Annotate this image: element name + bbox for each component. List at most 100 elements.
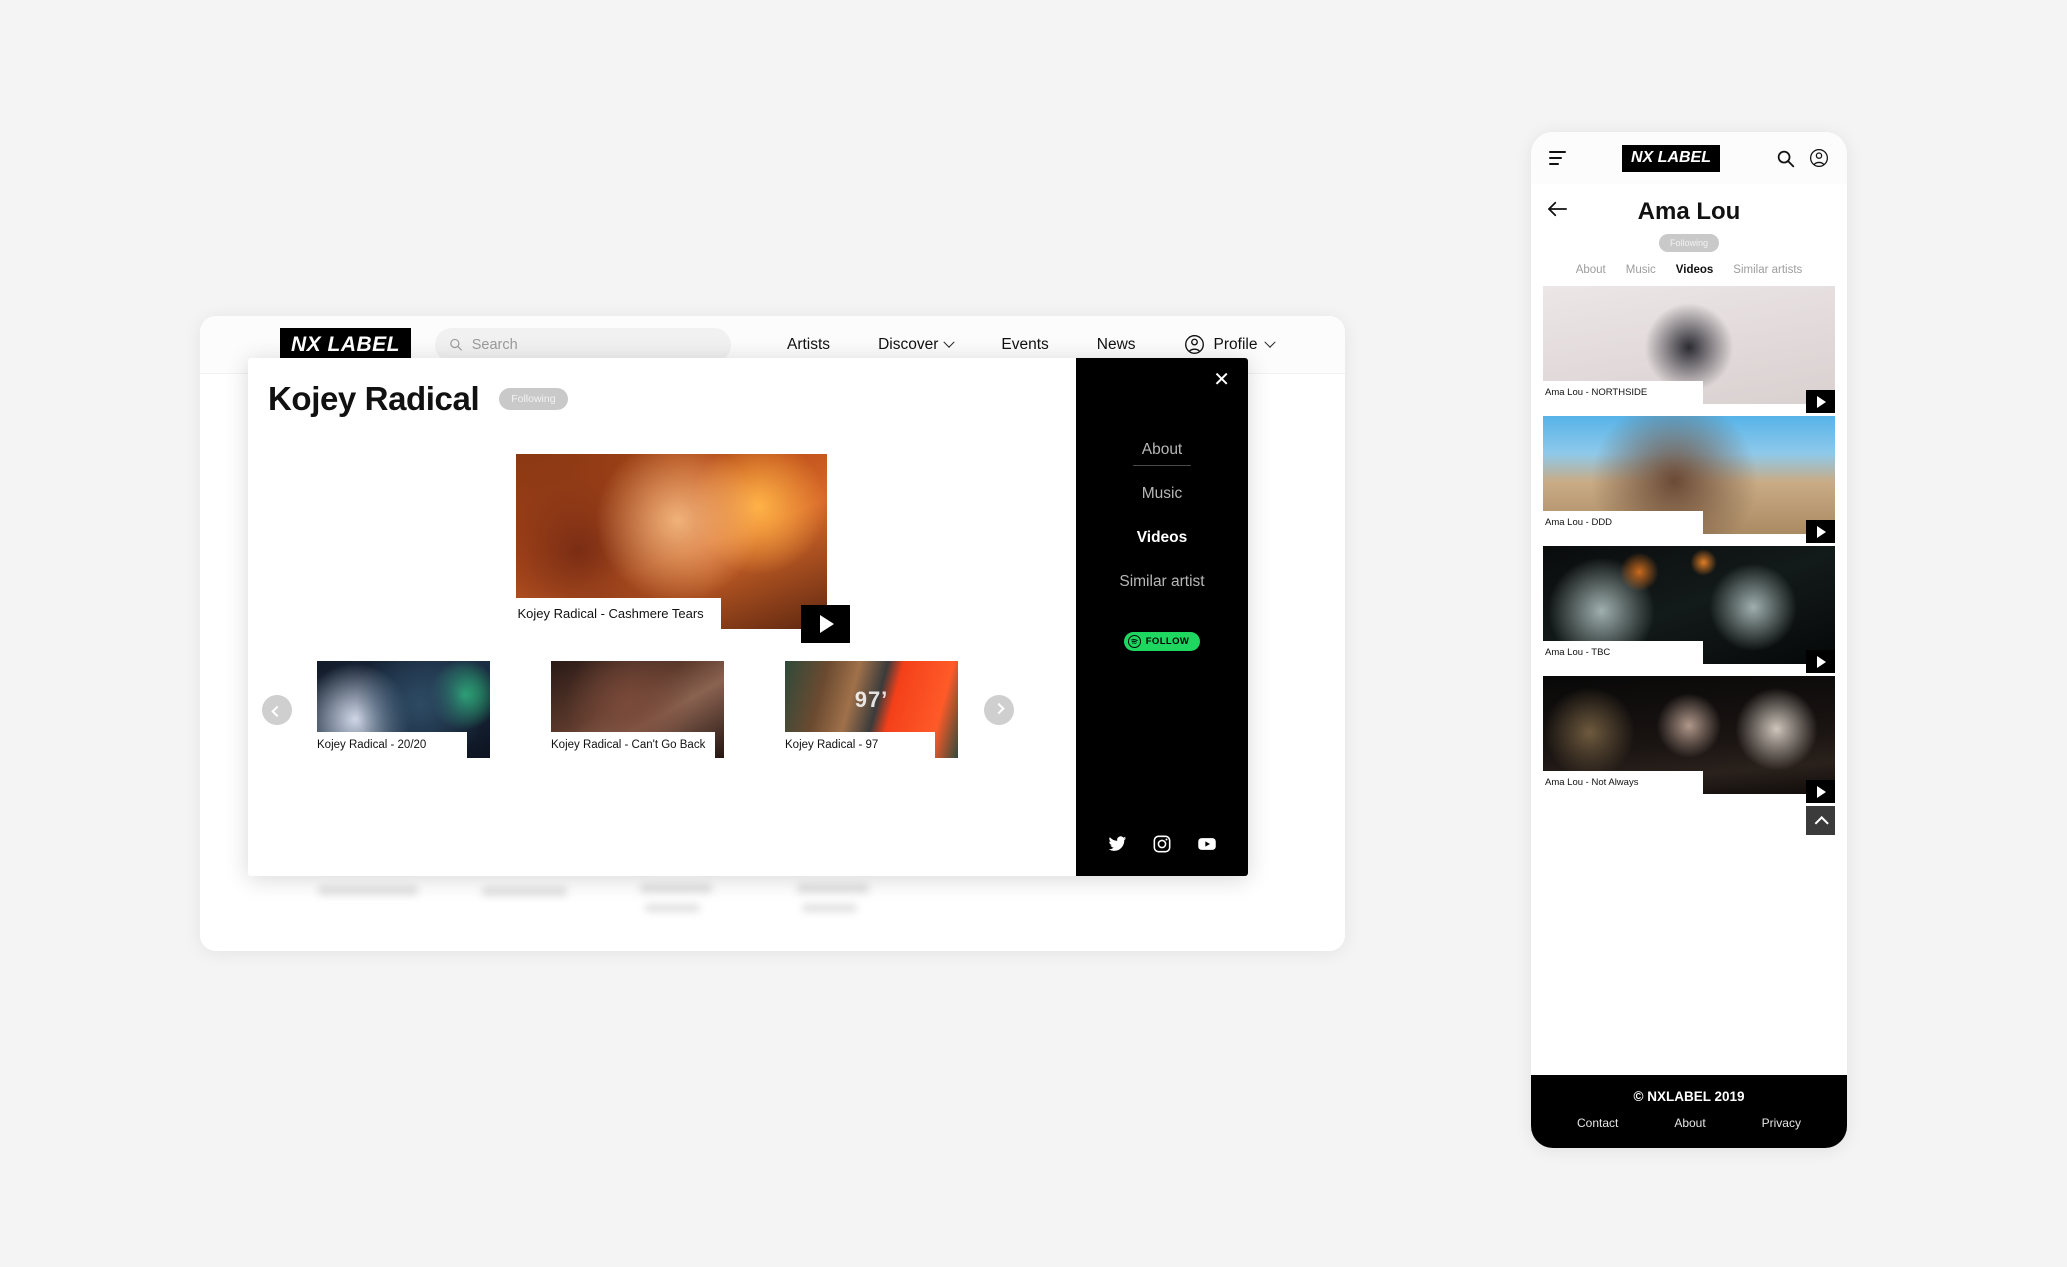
panel-item-about[interactable]: About <box>1076 428 1248 472</box>
mobile-tabs: About Music Videos Similar artists <box>1531 264 1847 286</box>
play-button[interactable] <box>1806 780 1835 803</box>
featured-video[interactable]: Kojey Radical - Cashmere Tears <box>515 454 850 643</box>
carousel-next-button[interactable] <box>984 694 1014 725</box>
play-button[interactable] <box>1806 390 1835 413</box>
carousel-item[interactable]: Kojey Radical - 20/20 <box>317 661 490 759</box>
carousel-track: Kojey Radical - 20/20 Kojey Radical - Ca… <box>317 661 958 759</box>
carousel-prev-button[interactable] <box>262 694 292 725</box>
artist-name: Kojey Radical <box>268 380 480 417</box>
account-icon[interactable] <box>1809 148 1829 168</box>
footer-link-privacy[interactable]: Privacy <box>1762 1116 1801 1130</box>
scroll-to-top-button[interactable] <box>1806 806 1835 835</box>
bg-placeholder <box>640 884 712 893</box>
carousel-item[interactable]: Kojey Radical - Can't Go Back <box>551 661 724 759</box>
artist-modal-content: Kojey Radical Following Kojey Radical - … <box>248 358 1076 876</box>
play-icon <box>1817 395 1826 408</box>
video-caption: Kojey Radical - 20/20 <box>317 732 467 759</box>
nav-item-news[interactable]: News <box>1073 336 1160 354</box>
tab-about[interactable]: About <box>1576 264 1606 276</box>
social-links <box>1076 834 1248 854</box>
video-caption: Ama Lou - TBC <box>1543 641 1703 665</box>
play-icon <box>1817 655 1826 668</box>
mobile-footer: © NXLABEL 2019 Contact About Privacy <box>1531 1075 1847 1148</box>
video-caption: Ama Lou - Not Always <box>1543 771 1703 795</box>
footer-link-about[interactable]: About <box>1674 1116 1705 1130</box>
bg-placeholder <box>797 884 869 893</box>
chevron-up-icon <box>1814 815 1829 830</box>
video-carousel: Kojey Radical - 20/20 Kojey Radical - Ca… <box>248 661 1076 759</box>
twitter-icon[interactable] <box>1107 834 1127 854</box>
nav-label: Artists <box>787 335 831 353</box>
nav-label: Discover <box>878 335 939 353</box>
mobile-header-actions <box>1776 148 1829 168</box>
instagram-icon[interactable] <box>1152 834 1172 854</box>
tab-similar-artists[interactable]: Similar artists <box>1733 264 1802 276</box>
youtube-icon[interactable] <box>1197 834 1217 854</box>
hamburger-icon[interactable] <box>1549 150 1566 166</box>
nav-item-events[interactable]: Events <box>977 336 1072 354</box>
bg-placeholder <box>318 886 418 895</box>
chevron-right-icon <box>993 702 1005 714</box>
nav-item-artists[interactable]: Artists <box>763 336 854 354</box>
back-arrow-icon[interactable] <box>1547 200 1569 218</box>
brand-logo[interactable]: NX LABEL <box>280 327 411 362</box>
chevron-down-icon <box>943 336 956 348</box>
video-caption: Kojey Radical - 97 <box>785 732 935 759</box>
mobile-artist-header: Ama Lou Following About Music Videos Sim… <box>1531 184 1847 286</box>
following-badge[interactable]: Following <box>1658 234 1720 252</box>
video-caption: Ama Lou - NORTHSIDE <box>1543 381 1703 405</box>
close-icon[interactable]: ✕ <box>1213 370 1230 390</box>
list-item[interactable]: Ama Lou - TBC <box>1543 546 1835 673</box>
follow-button-label: FOLLOW <box>1145 636 1190 647</box>
panel-item-videos[interactable]: Videos <box>1076 516 1248 560</box>
nav-label: Events <box>1001 335 1049 353</box>
footer-links: Contact About Privacy <box>1531 1116 1847 1130</box>
tab-music[interactable]: Music <box>1626 264 1656 276</box>
spotify-follow-button[interactable]: FOLLOW <box>1123 632 1201 651</box>
play-button[interactable] <box>1806 650 1835 673</box>
bg-placeholder <box>802 904 857 912</box>
list-item[interactable]: Ama Lou - Not Always <box>1543 676 1835 803</box>
chevron-left-icon <box>271 705 283 717</box>
nav-item-discover[interactable]: Discover <box>854 336 977 354</box>
search-input-wrapper[interactable] <box>435 327 731 362</box>
mobile-header: NX LABEL <box>1531 132 1847 184</box>
artist-header: Kojey Radical Following <box>268 380 1076 418</box>
mobile-device-frame: NX LABEL Ama Lou Following About Music V… <box>1531 132 1847 1148</box>
video-caption: Kojey Radical - Can't Go Back <box>551 732 716 759</box>
search-icon <box>450 338 462 351</box>
carousel-item[interactable]: 97’ Kojey Radical - 97 <box>785 661 958 759</box>
list-item[interactable]: Ama Lou - NORTHSIDE <box>1543 286 1835 413</box>
mobile-video-list[interactable]: Ama Lou - NORTHSIDE Ama Lou - DDD Ama Lo… <box>1531 286 1847 1075</box>
artist-modal: Kojey Radical Following Kojey Radical - … <box>248 358 1248 876</box>
following-badge[interactable]: Following <box>499 388 568 410</box>
play-button[interactable] <box>800 605 850 643</box>
chevron-down-icon <box>1264 336 1277 348</box>
featured-video-caption: Kojey Radical - Cashmere Tears <box>515 598 721 630</box>
brand-logo[interactable]: NX LABEL <box>1622 144 1720 172</box>
bg-placeholder <box>482 887 567 896</box>
nav-item-profile[interactable]: Profile <box>1160 334 1277 355</box>
play-button[interactable] <box>1806 520 1835 543</box>
artist-name: Ama Lou <box>1637 198 1741 225</box>
desktop-nav: Artists Discover Events News Profile <box>763 334 1277 355</box>
list-item[interactable]: Ama Lou - DDD <box>1543 416 1835 543</box>
artist-side-panel: ✕ About Music Videos Similar artist FOLL… <box>1076 358 1248 876</box>
play-icon <box>1817 525 1826 538</box>
copyright-text: © NXLABEL 2019 <box>1633 1089 1745 1104</box>
play-icon <box>819 615 834 633</box>
panel-item-music[interactable]: Music <box>1076 472 1248 516</box>
account-icon <box>1184 335 1204 354</box>
spotify-icon <box>1127 635 1141 648</box>
play-icon <box>1817 785 1826 798</box>
video-caption: Ama Lou - DDD <box>1543 511 1703 535</box>
screen-canvas: NX LABEL Artists Discover Events <box>0 0 2067 1267</box>
nav-label: Profile <box>1213 335 1258 353</box>
panel-item-similar-artist[interactable]: Similar artist <box>1076 560 1248 604</box>
footer-link-contact[interactable]: Contact <box>1577 1116 1618 1130</box>
search-icon[interactable] <box>1776 149 1795 168</box>
search-input[interactable] <box>471 336 717 353</box>
bg-placeholder <box>645 904 700 912</box>
artist-panel-nav: About Music Videos Similar artist <box>1076 428 1248 604</box>
tab-videos[interactable]: Videos <box>1676 264 1714 276</box>
